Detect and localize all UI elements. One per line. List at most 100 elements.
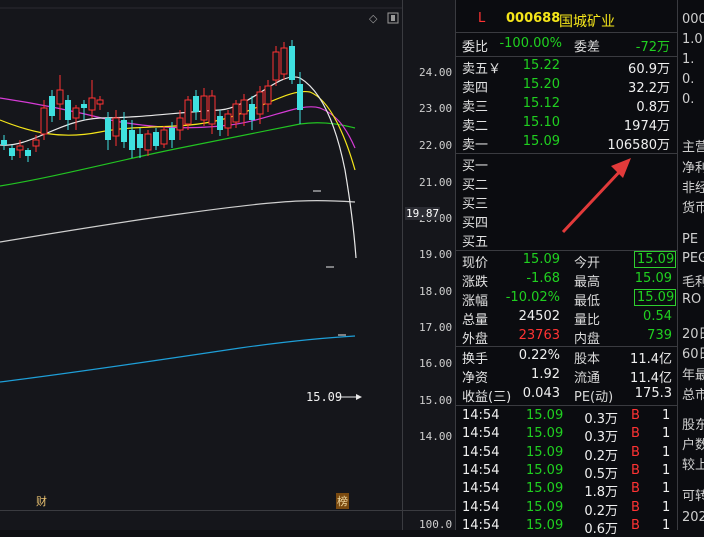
candle-body bbox=[88, 97, 96, 111]
side-info-item: 20日 bbox=[682, 327, 704, 342]
stat2-value-2: 11.4亿 bbox=[630, 352, 672, 367]
candle-body bbox=[96, 99, 104, 105]
tick-count: 1 bbox=[662, 462, 671, 478]
side-info-item: 户数 bbox=[682, 438, 704, 453]
stat-label: 涨幅 bbox=[462, 294, 489, 309]
side-info-item: 主营 bbox=[682, 140, 704, 155]
stock-name[interactable]: 国城矿业 bbox=[559, 11, 615, 31]
ma60-line bbox=[0, 122, 356, 187]
tick-row[interactable]: 14:54 15.09 0.5万 B 1 bbox=[456, 462, 678, 482]
weicha-value: -72万 bbox=[635, 40, 670, 55]
stock-code[interactable]: 000688 bbox=[506, 11, 560, 26]
side-info-item: PEG bbox=[682, 251, 704, 266]
tick-side: B bbox=[631, 499, 640, 515]
last-price-label: 15.09 bbox=[306, 390, 343, 404]
side-info-item: 0. bbox=[682, 72, 695, 87]
kline-chart[interactable]: ◇ 15.09 财 榜 bbox=[0, 0, 402, 530]
candle-body bbox=[160, 129, 168, 145]
ask-row[interactable]: 卖五￥ 15.22 60.9万 bbox=[456, 58, 678, 77]
tick-time: 14:54 bbox=[462, 481, 500, 497]
tick-time: 14:54 bbox=[462, 426, 500, 442]
tick-row[interactable]: 14:54 15.09 0.2万 B 1 bbox=[456, 444, 678, 464]
side-info-item: 1.0 bbox=[682, 32, 703, 47]
ask-volume: 32.2万 bbox=[628, 81, 670, 96]
tick-price: 15.09 bbox=[526, 517, 564, 533]
tick-price: 15.09 bbox=[526, 481, 564, 497]
bid-label: 买一 bbox=[462, 159, 489, 174]
weibi-row: 委比 -100.00% 委差 -72万 bbox=[456, 36, 678, 55]
stat-value: -1.68 bbox=[526, 271, 560, 286]
stat2-label: 换手 bbox=[462, 352, 489, 367]
tick-time: 14:54 bbox=[462, 462, 500, 478]
diamond-icon: ◇ bbox=[369, 12, 378, 25]
tick-side: B bbox=[631, 426, 640, 442]
stat2-value-2: 175.3 bbox=[634, 386, 672, 401]
candle-body bbox=[224, 113, 232, 129]
cai-badge[interactable]: 财 bbox=[36, 493, 47, 509]
ask-row[interactable]: 卖二 15.10 1974万 bbox=[456, 115, 678, 134]
ask-row[interactable]: 卖四 15.20 32.2万 bbox=[456, 77, 678, 96]
ask-price: 15.10 bbox=[522, 115, 560, 130]
weicha-label: 委差 bbox=[574, 40, 601, 55]
side-info-item: PE bbox=[682, 232, 699, 247]
stats-row: 现价 15.09 今开 15.09 bbox=[456, 251, 678, 271]
candle-body bbox=[232, 103, 240, 123]
bid-label: 买二 bbox=[462, 178, 489, 193]
stat-label-2: 最高 bbox=[574, 275, 601, 290]
tick-side: B bbox=[631, 444, 640, 460]
ask-volume: 60.9万 bbox=[628, 62, 670, 77]
tick-row[interactable]: 14:54 15.09 1.8万 B 1 bbox=[456, 481, 678, 500]
stat-value-2: 15.09 bbox=[634, 289, 676, 306]
side-info-panel: 000 1.0 1. 0. 0. 主营净利非经货币 PE PEG 毛利 RO 20日 60日年最总市股… bbox=[677, 0, 704, 530]
stat-label: 外盘 bbox=[462, 332, 489, 347]
ma120-line bbox=[0, 199, 356, 243]
bid-label: 买五 bbox=[462, 235, 489, 250]
weibi-label: 委比 bbox=[462, 40, 489, 55]
candle-body bbox=[121, 120, 127, 142]
tick-row[interactable]: 14:54 15.09 0.3万 B 1 bbox=[456, 408, 678, 427]
ask-volume: 1974万 bbox=[623, 119, 670, 134]
tick-volume: 0.6万 bbox=[584, 521, 618, 537]
candle-body bbox=[25, 150, 31, 156]
side-info-item: RO bbox=[682, 292, 702, 307]
tick-volume: 0.3万 bbox=[584, 412, 618, 427]
weibi-value: -100.00% bbox=[499, 36, 562, 51]
tick-row[interactable]: 14:54 15.09 0.3万 B 1 bbox=[456, 426, 678, 445]
stats2-row: 换手 0.22% 股本 11.4亿 bbox=[456, 348, 678, 367]
ask-row[interactable]: 卖三 15.12 0.8万 bbox=[456, 96, 678, 115]
tick-volume: 0.5万 bbox=[584, 466, 618, 482]
annotation-arrow-icon bbox=[561, 158, 631, 234]
stat2-value-2: 11.4亿 bbox=[630, 371, 672, 386]
candle-body bbox=[184, 99, 192, 125]
candle-body bbox=[40, 107, 48, 135]
tick-side: B bbox=[631, 462, 640, 478]
stats2-row: 净资 1.92 流通 11.4亿 bbox=[456, 367, 678, 386]
candle-body bbox=[193, 96, 199, 112]
tick-row[interactable]: 14:54 15.09 0.2万 B 1 bbox=[456, 499, 678, 519]
side-info-item: 净利 bbox=[682, 161, 704, 176]
axis-tick: 14.00 bbox=[419, 430, 453, 443]
bang-badge[interactable]: 榜 bbox=[336, 493, 349, 509]
stat2-label-2: 股本 bbox=[574, 352, 601, 367]
stat2-value: 0.22% bbox=[518, 348, 560, 363]
candle-body bbox=[72, 107, 80, 119]
axis-tick: 23.00 bbox=[419, 102, 453, 115]
axis-tick: 17.00 bbox=[419, 321, 453, 334]
bid-label: 买三 bbox=[462, 197, 489, 212]
stats-row: 涨跌 -1.68 最高 15.09 bbox=[456, 271, 678, 290]
tick-count: 1 bbox=[662, 426, 671, 442]
side-info-item: 股东 bbox=[682, 418, 704, 433]
candlestick-svg: ◇ bbox=[0, 7, 402, 400]
stat-label-2: 内盘 bbox=[574, 332, 601, 347]
candle-body bbox=[153, 132, 159, 146]
tick-time: 14:54 bbox=[462, 444, 500, 460]
ask-price: 15.20 bbox=[522, 77, 560, 92]
stats-row: 涨幅 -10.02% 最低 15.09 bbox=[456, 289, 678, 309]
candle-body bbox=[240, 99, 248, 115]
tick-count: 1 bbox=[662, 481, 671, 497]
marker-label: L bbox=[478, 11, 486, 26]
stats-row: 总量 24502 量比 0.54 bbox=[456, 309, 678, 328]
ask-label: 卖一 bbox=[462, 138, 489, 153]
stat-value: 15.09 bbox=[522, 252, 560, 267]
tick-row[interactable]: 14:54 15.09 0.6万 B 1 bbox=[456, 517, 678, 537]
